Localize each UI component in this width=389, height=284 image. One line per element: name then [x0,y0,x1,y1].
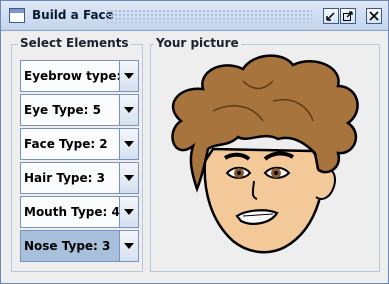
eye-type-value: Eye Type: 5 [24,103,101,117]
mouth-type-value: Mouth Type: 4 [24,205,120,219]
face-type-combo[interactable]: Face Type: 2 [20,128,139,160]
picture-title: Your picture [154,36,241,50]
eyebrow-type-combo[interactable]: Eyebrow type: 2 [20,60,139,92]
face-type-value: Face Type: 2 [24,137,108,151]
chevron-down-icon[interactable] [119,95,138,125]
chevron-down-icon[interactable] [119,61,138,91]
mouth-type-combo[interactable]: Mouth Type: 4 [20,196,139,228]
hair-type-value: Hair Type: 3 [24,171,105,185]
app-window-icon [9,8,25,23]
minimize-icon [326,12,335,21]
eye-type-combo[interactable]: Eye Type: 5 [20,94,139,126]
app-window: Build a Face Select Elements Eyebrow typ… [0,0,389,284]
chevron-down-icon[interactable] [119,129,138,159]
cartoon-face-image [171,54,359,254]
select-elements-title: Select Elements [18,36,131,50]
title-grip [106,9,312,23]
title-bar[interactable]: Build a Face [1,1,388,31]
nose-type-combo[interactable]: Nose Type: 3 [20,230,139,262]
maximize-button[interactable] [340,8,356,24]
close-button[interactable] [366,8,382,24]
face-canvas [153,51,378,269]
hair-type-combo[interactable]: Hair Type: 3 [20,162,139,194]
minimize-button[interactable] [323,8,339,24]
eyebrow-type-value: Eyebrow type: 2 [24,69,134,83]
maximize-icon [343,11,353,21]
nose-type-value: Nose Type: 3 [24,239,111,253]
close-icon [369,11,379,21]
chevron-down-icon[interactable] [119,163,138,193]
chevron-down-icon[interactable] [119,231,138,261]
chevron-down-icon[interactable] [119,197,138,227]
window-title: Build a Face [32,8,114,22]
